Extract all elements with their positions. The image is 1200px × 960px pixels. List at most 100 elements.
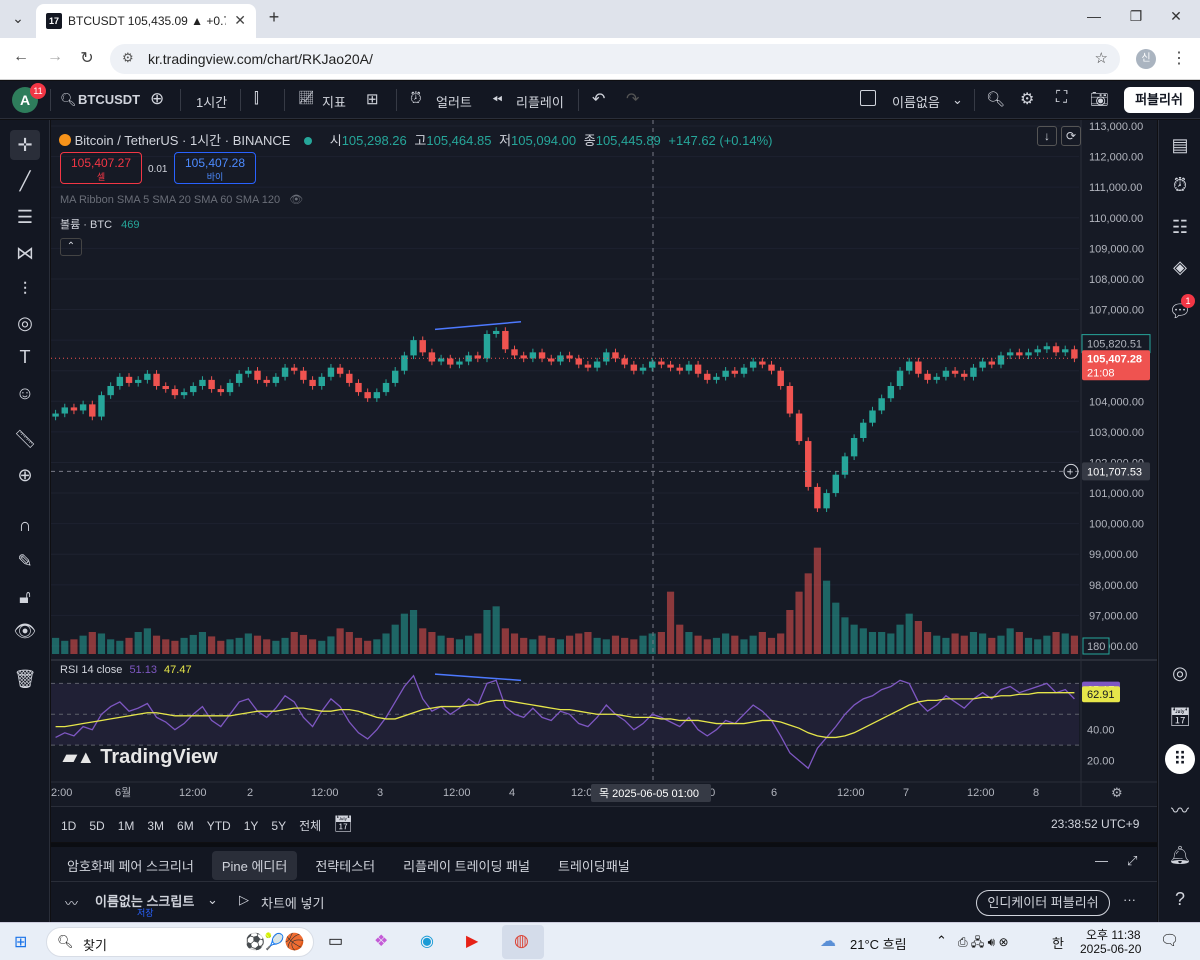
maximize-panel-icon[interactable]: ⤢ — [1127, 853, 1137, 869]
weather-text[interactable]: 21°C 흐림 — [850, 934, 907, 953]
chrome-taskbar-button[interactable]: ◍ — [502, 925, 544, 959]
panel-tab[interactable]: Pine 에디터 — [211, 851, 298, 880]
indicators-button[interactable]: 지표 — [322, 92, 346, 111]
symbol-search[interactable]: BTCUSDT — [78, 92, 140, 107]
range-button[interactable]: 3M — [147, 819, 164, 833]
redo-icon[interactable]: ↷ — [626, 89, 639, 109]
panel-tab[interactable]: 암호화폐 페어 스크리너 — [57, 851, 204, 880]
sell-button[interactable]: 105,407.27 셀 — [60, 152, 142, 184]
crosshair-icon[interactable]: ✛ — [10, 130, 40, 160]
copilot-icon[interactable]: ❖ — [374, 931, 388, 951]
range-button[interactable]: 1Y — [244, 819, 259, 833]
fib-retracement-icon[interactable]: ☰ — [10, 202, 40, 232]
templates-icon[interactable]: ⊞ — [366, 90, 379, 108]
browser-menu-icon[interactable]: ⋮ — [1168, 48, 1190, 68]
candle-type-icon[interactable]: ⫿ — [254, 90, 259, 107]
range-button[interactable]: 1M — [118, 819, 135, 833]
text-icon[interactable]: T — [10, 342, 40, 372]
quick-search-icon[interactable]: 🔍︎ — [986, 90, 1005, 108]
reload-icon[interactable]: ↻ — [76, 48, 98, 68]
maximize-icon[interactable]: ❐ — [1124, 8, 1148, 25]
settings-gear-icon[interactable]: ⚙ — [1020, 89, 1034, 109]
compare-add-icon[interactable]: ⊕ — [150, 89, 164, 109]
layout-icon[interactable] — [860, 90, 876, 106]
interval-select[interactable]: 1시간 — [196, 92, 227, 111]
replay-icon[interactable]: ⏪︎ — [492, 92, 502, 108]
stream-icon[interactable]: 〰 — [1165, 796, 1195, 826]
date-range-icon[interactable]: 📅︎ — [333, 814, 353, 834]
undo-icon[interactable]: ↶ — [592, 89, 605, 109]
minimize-icon[interactable]: — — [1082, 8, 1106, 24]
help-icon[interactable]: ? — [1165, 884, 1195, 914]
range-button[interactable]: 6M — [177, 819, 194, 833]
alert-button[interactable]: 얼러트 — [436, 92, 472, 111]
chevron-down-icon[interactable]: ⌄ — [207, 892, 218, 908]
eye-icon[interactable]: 👁︎ — [10, 616, 40, 646]
chart-area[interactable]: 113,000.00 112,000.00 111,000.00 110,000.00… — [51, 120, 1157, 806]
trendline-icon[interactable]: ╱ — [10, 166, 40, 196]
hidden-eye-icon[interactable]: 👁︎ — [289, 194, 303, 206]
brush-icon[interactable]: ◎ — [10, 308, 40, 338]
alarm-clock-icon[interactable]: ⏰︎ — [1165, 170, 1195, 200]
chevron-down-icon[interactable]: ⌄ — [952, 92, 963, 108]
notification-icon[interactable]: 🗨︎ — [1160, 931, 1179, 949]
emoji-icon[interactable]: ☺ — [10, 378, 40, 408]
taskbar-time[interactable]: 오후 11:38 — [1086, 926, 1141, 943]
panel-tab[interactable]: 리플레이 트레이딩 패널 — [393, 851, 540, 880]
replay-button[interactable]: 리플레이 — [516, 92, 564, 111]
prediction-icon[interactable]: ⫶ — [10, 274, 40, 304]
apps-grid-icon[interactable]: ⠿ — [1165, 744, 1195, 774]
bookmark-star-icon[interactable]: ☆ — [1095, 49, 1108, 67]
panel-tab[interactable]: 전략테스터 — [305, 851, 385, 880]
sync-icon[interactable]: ⟳ — [1061, 126, 1081, 146]
price-chart[interactable]: 113,000.00 112,000.00 111,000.00 110,000.00… — [51, 120, 1157, 806]
trash-icon[interactable]: 🗑︎ — [10, 664, 40, 694]
browser-tab[interactable]: 17 BTCUSDT 105,435.09 ▲ +0.74% ✕ — [36, 4, 256, 38]
url-field[interactable]: ⚙ kr.tradingview.com/chart/RKJao20A/ ☆ — [110, 44, 1120, 74]
pattern-icon[interactable]: ⋈ — [10, 238, 40, 268]
search-icon[interactable]: 🔍︎ — [60, 92, 77, 108]
task-view-icon[interactable]: ▭ — [328, 931, 343, 951]
new-tab-icon[interactable]: + — [262, 7, 286, 28]
indicators-icon[interactable]: 📈︎ — [298, 90, 315, 106]
ime-indicator[interactable]: 한 — [1052, 933, 1064, 952]
download-icon[interactable]: ↓ — [1037, 126, 1057, 146]
add-to-chart-button[interactable]: 차트에 넣기 — [261, 893, 324, 912]
back-icon[interactable]: ← — [10, 48, 32, 66]
ruler-icon[interactable]: 📏︎ — [10, 424, 40, 454]
tab-list-icon[interactable]: ⌄ — [6, 10, 30, 27]
play-icon[interactable]: ▷ — [239, 892, 249, 908]
taskbar-search[interactable]: 🔍︎ 찾기 ⚽🎾🏀 — [46, 927, 314, 957]
forward-icon[interactable]: → — [44, 48, 66, 66]
youtube-icon[interactable]: ▶ — [466, 931, 478, 951]
tray-icons[interactable]: ⎙ 🖧 🔊︎ ⊗ — [958, 933, 1009, 954]
publish-button[interactable]: 퍼블리쉬 — [1124, 87, 1194, 113]
bell-icon[interactable]: 🔔︎ — [1165, 840, 1195, 870]
tray-chevron-icon[interactable]: ⌃ — [936, 933, 947, 949]
alarm-icon[interactable]: ⏰︎ — [410, 90, 422, 107]
camera-icon[interactable]: 📷︎ — [1090, 90, 1109, 108]
target-icon[interactable]: ◎ — [1165, 658, 1195, 688]
calendar-icon[interactable]: 📅︎ — [1165, 702, 1195, 732]
profile-avatar[interactable]: 신 — [1136, 49, 1156, 69]
edge-icon[interactable]: ◉ — [420, 931, 434, 951]
panel-tab[interactable]: 트레이딩패널 — [548, 851, 640, 880]
site-info-icon[interactable]: ⚙ — [122, 50, 134, 66]
fullscreen-icon[interactable]: ⛶ — [1056, 89, 1067, 107]
more-options-icon[interactable]: ··· — [1123, 892, 1136, 907]
lock-pencil-icon[interactable]: ✎ — [10, 546, 40, 576]
range-button[interactable]: 5D — [89, 819, 104, 833]
range-button[interactable]: 1D — [61, 819, 76, 833]
close-tab-icon[interactable]: ✕ — [234, 12, 246, 29]
watchlist-icon[interactable]: ▤ — [1165, 130, 1195, 160]
lock-icon[interactable]: 🔓︎ — [10, 582, 40, 612]
layers-icon[interactable]: ◈ — [1165, 252, 1195, 282]
close-window-icon[interactable]: ✕ — [1164, 8, 1188, 25]
buy-button[interactable]: 105,407.28 바이 — [174, 152, 256, 184]
magnet-icon[interactable]: ∩ — [10, 510, 40, 540]
collapse-legend-icon[interactable]: ⌃ — [60, 238, 82, 256]
minimize-panel-icon[interactable]: — — [1095, 853, 1108, 868]
windows-start-icon[interactable]: ⊞ — [14, 932, 27, 952]
range-button[interactable]: 전체 — [299, 819, 321, 833]
clock[interactable]: 23:38:52 UTC+9 — [1051, 817, 1139, 831]
